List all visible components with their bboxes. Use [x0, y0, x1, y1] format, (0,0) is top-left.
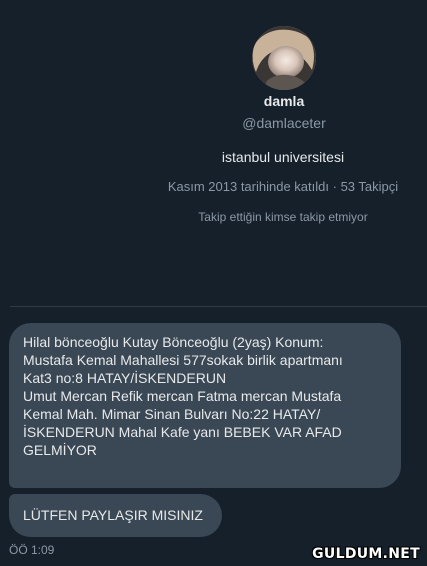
profile-name[interactable]: damla [200, 92, 368, 110]
profile-bio: istanbul universitesi [221, 149, 345, 165]
message-bubble[interactable]: Hilal bönceoğlu Kutay Bönceoğlu (2yaş) K… [9, 323, 401, 488]
message-line: İSKENDERUN Mahal Kafe yanı BEBEK VAR AFA… [23, 424, 342, 440]
message-timestamp: ÖÖ 1:09 [9, 543, 55, 557]
followers-you-know-note: Takip ettiğin kimse takip etmiyor [198, 210, 368, 224]
profile-header: damla @damlaceter istanbul universitesi … [0, 0, 427, 240]
message-line: Mustafa Kemal Mahallesi 577sokak birlik … [23, 352, 343, 368]
message-line: Kemal Mah. Mimar Sinan Bulvarı No:22 HAT… [23, 406, 321, 422]
profile-handle[interactable]: @damlaceter [200, 114, 368, 132]
avatar-photo-icon [252, 26, 316, 90]
profile-meta: Kasım 2013 tarihinde katıldı · 53 Takipç… [128, 178, 427, 196]
message-line: GELMİYOR [23, 442, 97, 458]
profile-avatar[interactable] [252, 26, 316, 90]
message-line: Kat3 no:8 HATAY/İSKENDERUN [23, 370, 227, 386]
join-date: Kasım 2013 tarihinde katıldı [167, 179, 329, 194]
conversation-divider [10, 306, 427, 307]
message-line: Hilal bönceoğlu Kutay Bönceoğlu (2yaş) K… [23, 334, 324, 350]
message-text: LÜTFEN PAYLAŞIR MISINIZ [23, 507, 203, 523]
watermark-logo: GULDUM.NET [312, 546, 420, 562]
meta-separator: · [332, 179, 337, 194]
profile-identity: damla @damlaceter [200, 92, 368, 132]
message-bubble[interactable]: LÜTFEN PAYLAŞIR MISINIZ [9, 494, 222, 537]
message-line: Umut Mercan Refik mercan Fatma mercan Mu… [23, 388, 342, 404]
followers-count[interactable]: 53 Takipçi [341, 179, 399, 194]
